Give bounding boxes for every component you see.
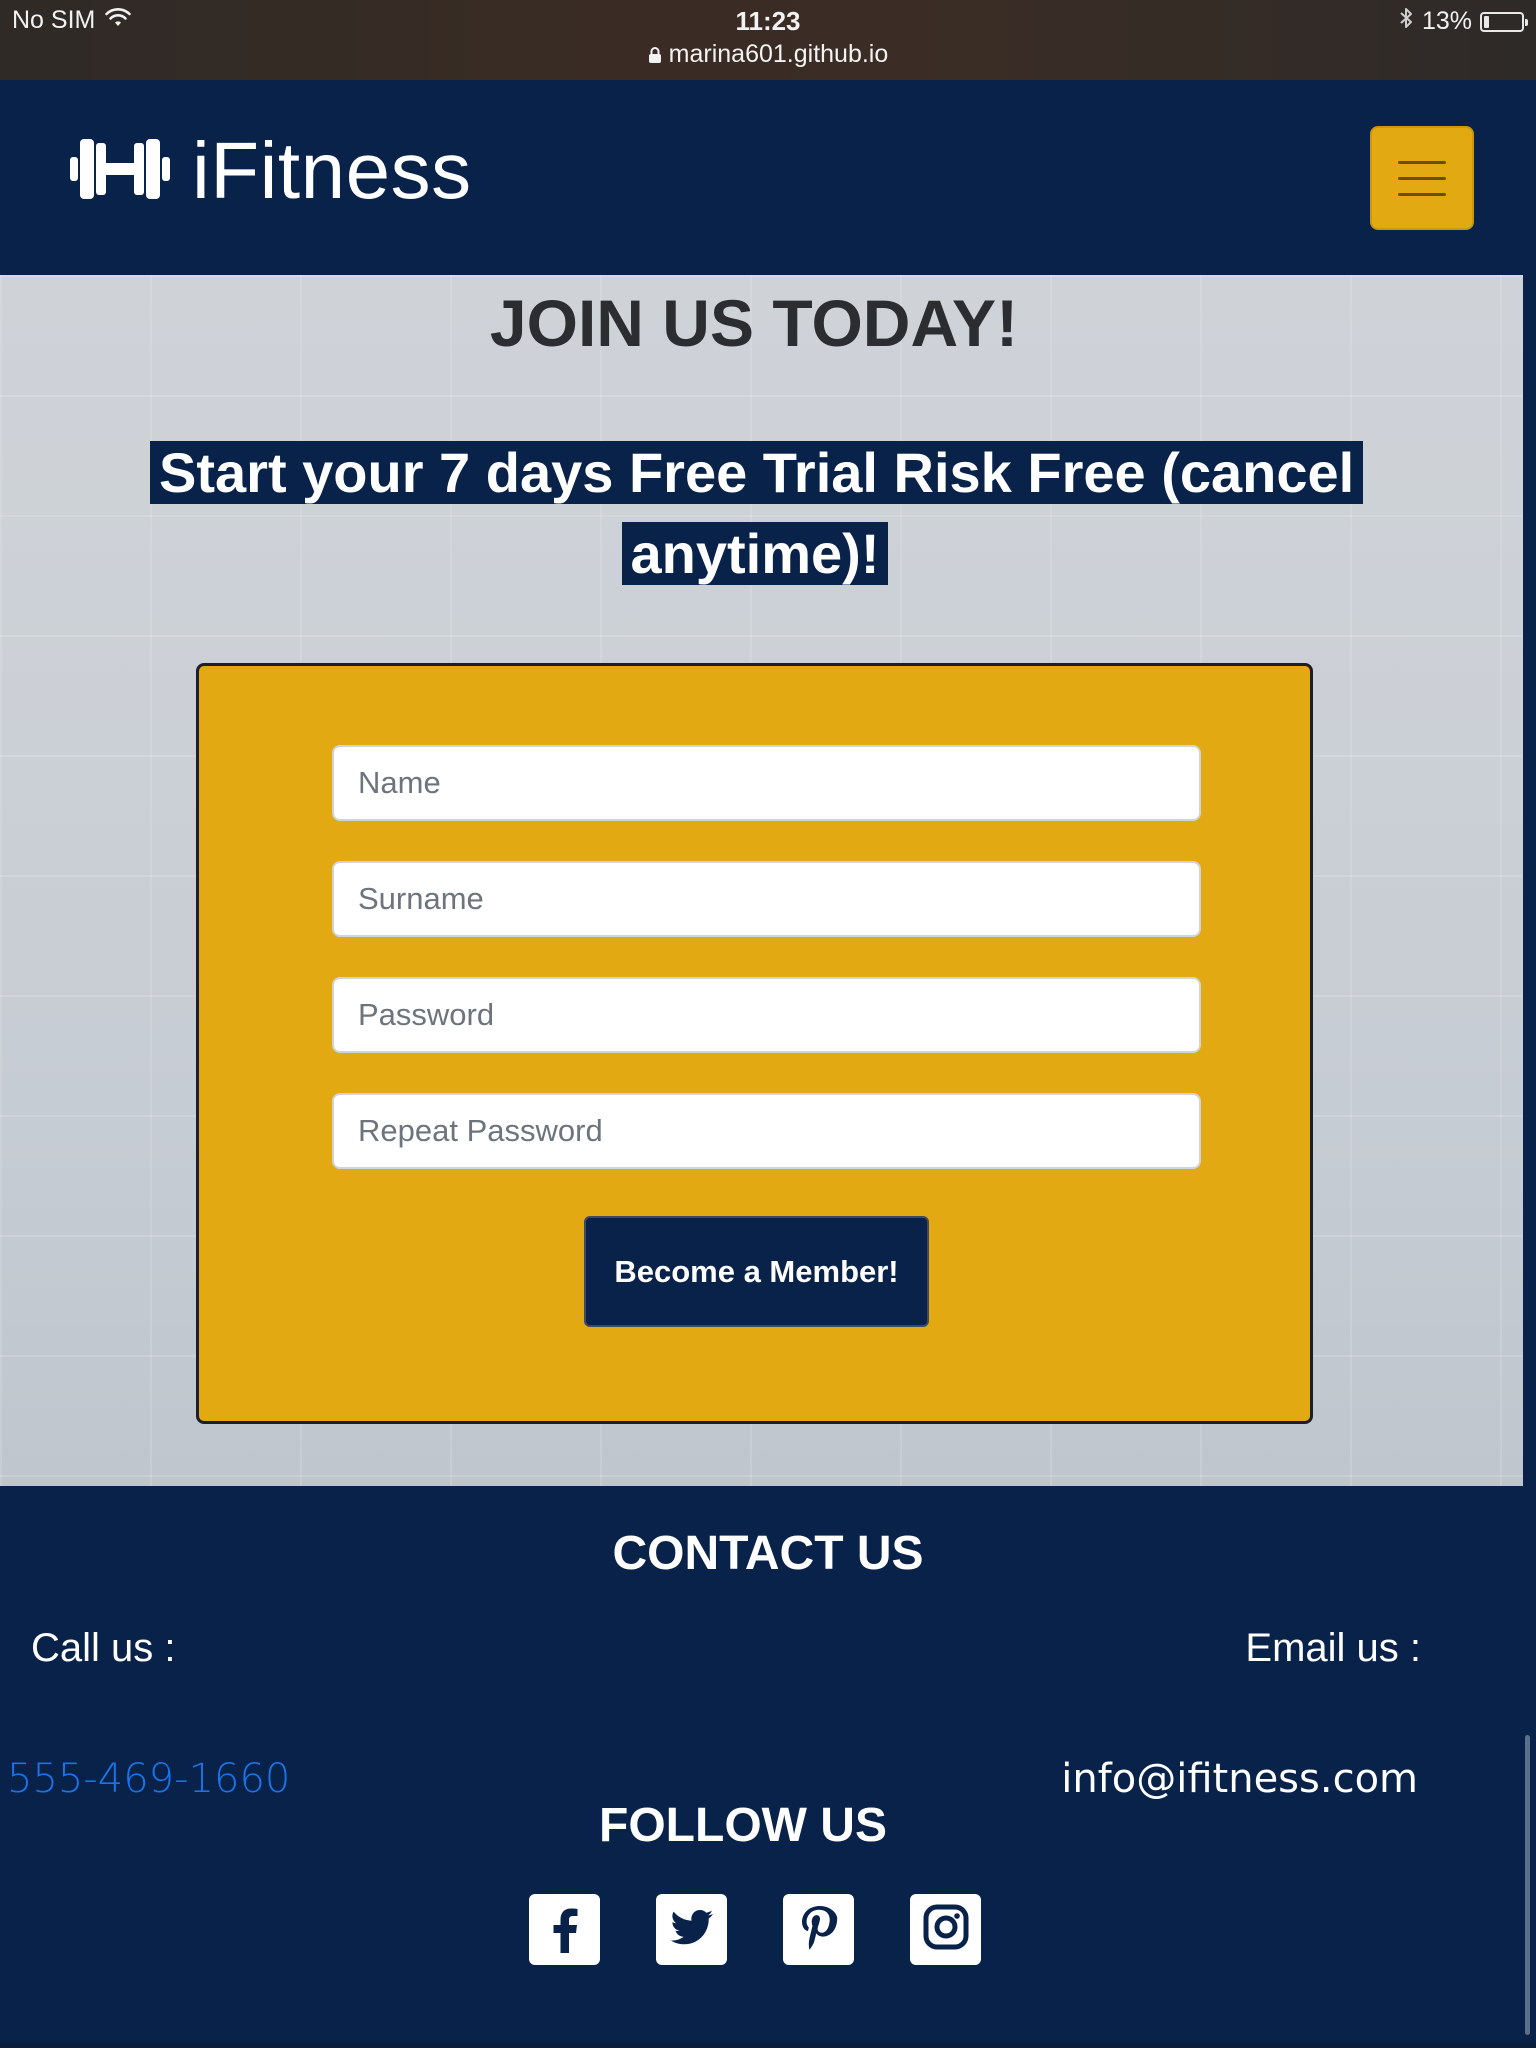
email-link[interactable]: info@ifitness.com: [1061, 1756, 1418, 1802]
trial-subtitle: Start your 7 days Free Trial Risk Free (…: [150, 441, 1364, 585]
menu-toggle-button[interactable]: [1370, 126, 1474, 230]
url-text: marina601.github.io: [668, 40, 889, 68]
twitter-link[interactable]: [656, 1894, 727, 1965]
phone-link[interactable]: 555-469-1660: [7, 1756, 290, 1802]
contact-title: CONTACT US: [612, 1527, 924, 1580]
signup-section: JOIN US TODAY! Start your 7 days Free Tr…: [0, 275, 1523, 1486]
lock-icon: [648, 40, 669, 68]
become-member-button[interactable]: Become a Member!: [584, 1216, 929, 1327]
clock: 11:23: [735, 6, 801, 36]
battery-percent: 13%: [1421, 7, 1472, 35]
follow-title: FOLLOW US: [599, 1799, 887, 1852]
scrollbar[interactable]: [1525, 1735, 1530, 2035]
battery-icon: [1480, 11, 1528, 32]
facebook-icon: [539, 1901, 591, 1958]
email-label: Email us :: [1245, 1626, 1421, 1670]
status-right: 13%: [1398, 6, 1528, 37]
social-links: [529, 1894, 981, 1965]
surname-input[interactable]: [332, 861, 1201, 937]
repeat-password-input[interactable]: [332, 1093, 1201, 1169]
hamburger-line: [1398, 192, 1446, 196]
address-bar[interactable]: marina601.github.io: [0, 40, 1536, 69]
pinterest-icon: [793, 1901, 845, 1958]
twitter-icon: [666, 1901, 718, 1958]
bluetooth-icon: [1398, 6, 1414, 37]
instagram-link[interactable]: [910, 1894, 981, 1965]
footer: CONTACT US Call us : Email us : 555-469-…: [0, 1486, 1536, 2048]
name-input[interactable]: [332, 745, 1201, 821]
hamburger-line: [1398, 176, 1446, 180]
signup-form: Become a Member!: [196, 663, 1313, 1424]
hamburger-menu-icon: [1398, 160, 1446, 164]
facebook-link[interactable]: [529, 1894, 600, 1965]
footer-bottom-border: [0, 2042, 1536, 2048]
dumbbell-icon: [70, 133, 170, 210]
brand-name: iFitness: [192, 126, 472, 215]
brand-link[interactable]: iFitness: [70, 125, 472, 217]
subtitle-wrapper: Start your 7 days Free Trial Risk Free (…: [150, 440, 1364, 602]
instagram-icon: [920, 1901, 972, 1958]
call-label: Call us :: [31, 1626, 176, 1670]
password-input[interactable]: [332, 977, 1201, 1053]
navbar: iFitness: [0, 80, 1536, 275]
status-bar: No SIM 11:23 marina601.github.io 13%: [0, 0, 1536, 80]
pinterest-link[interactable]: [783, 1894, 854, 1965]
page-title: JOIN US TODAY!: [489, 286, 1019, 360]
